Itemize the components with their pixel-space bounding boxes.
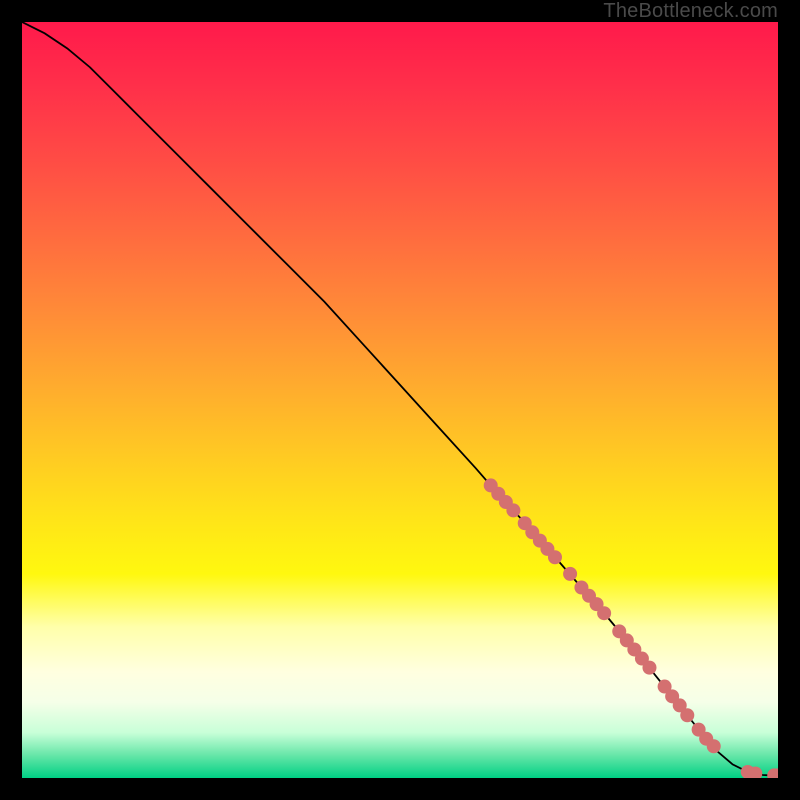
data-markers bbox=[484, 478, 778, 778]
data-point bbox=[597, 606, 611, 620]
plot-area bbox=[22, 22, 778, 778]
chart-frame: TheBottleneck.com bbox=[0, 0, 800, 800]
chart-svg bbox=[22, 22, 778, 778]
data-point bbox=[680, 708, 694, 722]
data-point bbox=[642, 661, 656, 675]
watermark-text: TheBottleneck.com bbox=[603, 0, 778, 23]
curve-line bbox=[22, 22, 778, 775]
data-point bbox=[506, 503, 520, 517]
data-point bbox=[548, 550, 562, 564]
data-point bbox=[563, 567, 577, 581]
data-point bbox=[707, 739, 721, 753]
